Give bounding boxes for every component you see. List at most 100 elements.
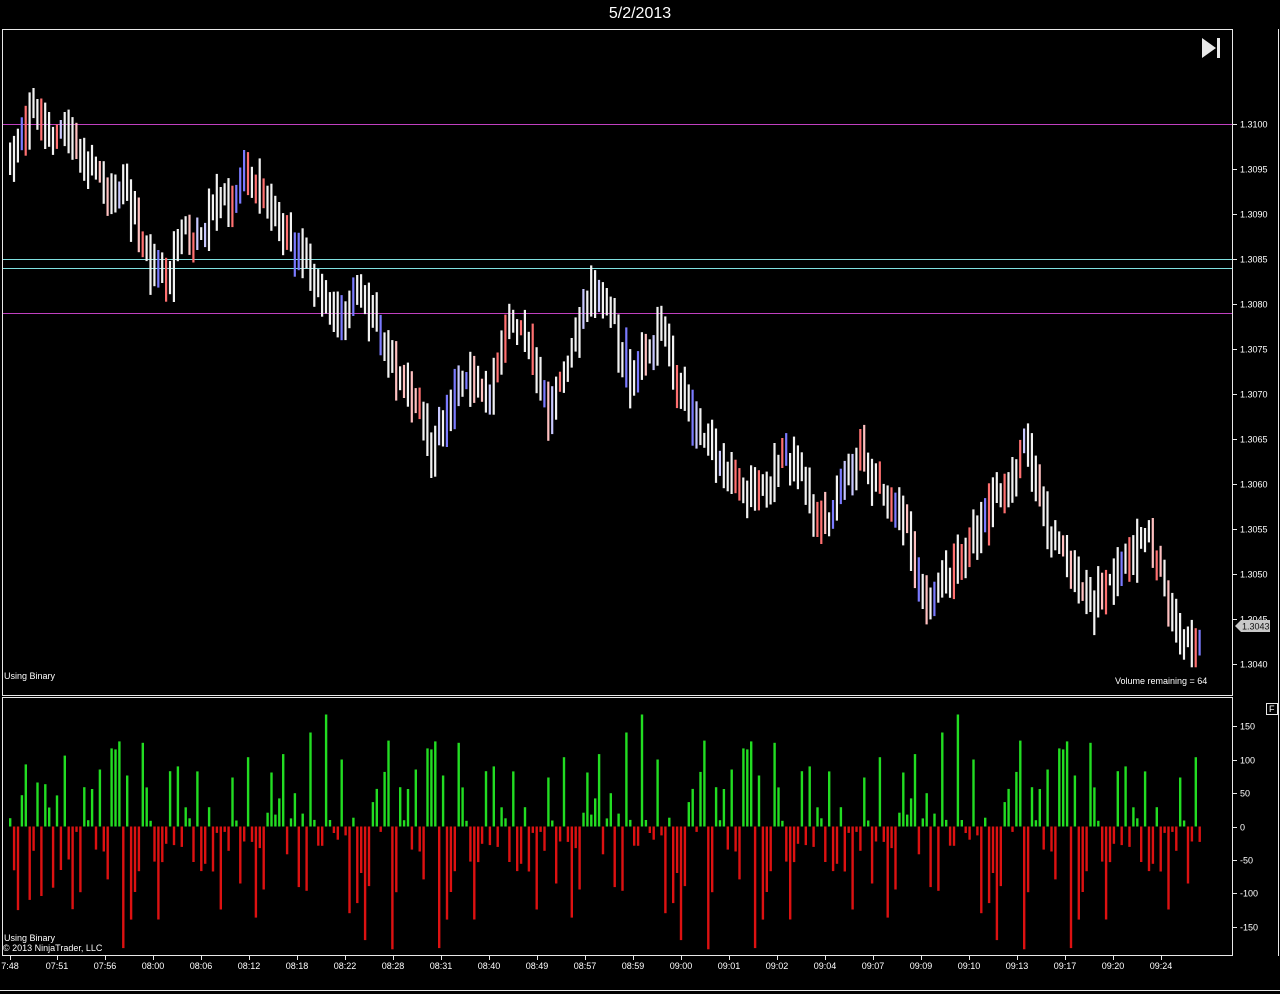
time-tick-label: 08:00	[142, 961, 165, 971]
price-bar	[453, 368, 456, 430]
volume-bar	[90, 789, 94, 827]
price-bar	[106, 177, 109, 216]
volume-bar	[863, 777, 866, 827]
price-bar	[1050, 526, 1053, 558]
volume-bar	[438, 826, 441, 949]
volume-bar	[828, 771, 831, 827]
price-bar	[952, 543, 955, 600]
price-bar	[906, 504, 909, 534]
price-bar	[348, 290, 351, 329]
volume-bar	[1167, 826, 1170, 910]
price-bar	[812, 494, 815, 537]
price-bar	[98, 161, 101, 183]
price-tick-label: 1.3070	[1240, 390, 1268, 400]
volume-bar	[1015, 771, 1018, 827]
price-bar	[1124, 543, 1127, 574]
volume-bar	[656, 759, 659, 827]
volume-bar	[785, 826, 788, 862]
volume-bar	[383, 771, 386, 827]
price-tick-label: 1.3055	[1240, 525, 1268, 535]
time-tick-label: 08:12	[238, 961, 261, 971]
price-bar	[968, 527, 971, 568]
price-bar	[675, 365, 679, 409]
volume-bar	[285, 826, 289, 855]
time-tick-label: 07:51	[46, 961, 69, 971]
price-bar	[473, 355, 476, 403]
volume-bar	[348, 826, 351, 914]
volume-bar	[289, 818, 293, 827]
volume-bar	[465, 820, 468, 827]
volume-bar	[933, 813, 936, 827]
time-tick-label: 09:02	[766, 961, 789, 971]
time-tick-label: 09:24	[1150, 961, 1173, 971]
volume-bar	[987, 826, 991, 904]
volume-bar	[141, 742, 144, 827]
panel-f-button[interactable]: F	[1266, 703, 1278, 715]
price-bar	[227, 178, 230, 227]
volume-bar	[67, 826, 70, 860]
volume-bar	[340, 759, 343, 827]
volume-bar	[1089, 742, 1092, 827]
price-bar	[590, 265, 593, 317]
volume-bar	[597, 754, 601, 827]
volume-bar	[153, 826, 156, 862]
volume-bar	[48, 807, 51, 827]
price-bar	[188, 214, 191, 255]
volume-bar	[114, 749, 117, 827]
volume-bar	[293, 793, 297, 827]
volume-bar	[1034, 820, 1038, 827]
volume-bar	[711, 826, 714, 893]
price-bar	[1026, 423, 1030, 467]
price-bar	[527, 331, 530, 360]
volume-bar	[196, 771, 199, 827]
price-bar	[1042, 486, 1045, 527]
price-bar	[445, 394, 448, 447]
volume-bar	[512, 771, 515, 827]
volume-bar	[929, 826, 932, 888]
volume-bar	[1081, 826, 1084, 892]
price-bar	[418, 387, 421, 420]
volume-bar	[789, 826, 792, 920]
volume-bar	[609, 793, 612, 827]
volume-bar	[1038, 789, 1041, 827]
volume-bar	[1085, 826, 1088, 872]
volume-bar	[1171, 826, 1174, 832]
volume-bar	[913, 754, 917, 827]
price-bar	[399, 366, 402, 391]
volume-bar	[469, 826, 472, 862]
price-bar	[305, 237, 308, 269]
price-bar	[1007, 472, 1010, 508]
chart-canvas[interactable]: 1.3100 1.3095 1.3090 1.3085 1.3080 1.3075 1.30…	[0, 0, 1280, 994]
volume-bar	[51, 826, 55, 888]
price-bar	[984, 498, 987, 533]
price-bar	[83, 137, 86, 181]
price-bar	[383, 332, 386, 361]
volume-bar	[9, 818, 12, 827]
price-bar	[664, 316, 667, 347]
copyright-text: © 2013 NinjaTrader, LLC	[3, 943, 103, 953]
price-bar	[859, 429, 862, 471]
price-bar	[843, 460, 846, 500]
price-bar	[1085, 569, 1088, 615]
volume-bar	[519, 826, 523, 864]
volume-remaining-status: Volume remaining = 64	[1115, 676, 1207, 686]
volume-bar	[800, 771, 804, 827]
time-tick-label: 08:28	[382, 961, 405, 971]
volume-bar	[757, 775, 761, 827]
price-bar	[367, 282, 370, 342]
volume-bar	[707, 826, 710, 950]
volume-bar	[324, 714, 328, 827]
volume-bar	[1019, 740, 1022, 827]
volume-bar	[129, 826, 133, 920]
price-bar	[391, 340, 394, 373]
price-bar	[184, 216, 187, 235]
price-bar	[753, 467, 757, 511]
time-tick-label: 09:09	[910, 961, 933, 971]
time-tick-label: 09:07	[862, 961, 885, 971]
volume-bar	[746, 749, 749, 827]
price-bar	[266, 185, 269, 219]
volume-bar	[917, 826, 921, 855]
volume-bar	[1007, 788, 1010, 827]
price-bar	[1065, 535, 1069, 578]
volume-bar	[898, 812, 901, 827]
